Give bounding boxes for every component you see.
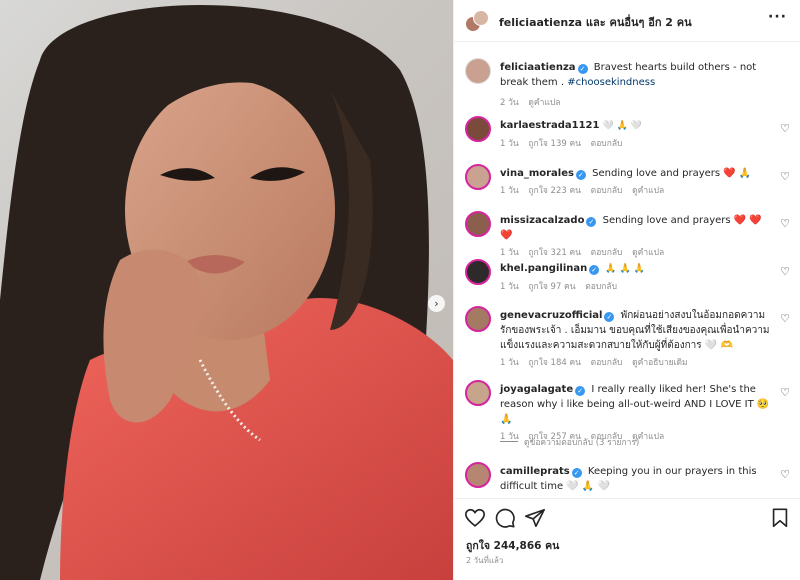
comment-meta: 1 วัน ถูกใจ 184 คน ตอบกลับ ดูคำอธิบายเดิ… (500, 356, 770, 371)
verified-icon: ✓ (604, 312, 615, 322)
avatar[interactable] (465, 462, 491, 488)
comment-username[interactable]: joyagalagate (500, 384, 573, 395)
verified-icon: ✓ (575, 170, 586, 180)
comment-meta: 1 วัน ถูกใจ 321 คน ตอบกลับ ดูคำแปล (500, 246, 770, 261)
likes-count[interactable]: ถูกใจ 244,866 คน (466, 537, 559, 554)
comment-likes[interactable]: ถูกใจ 97 คน (528, 282, 575, 292)
avatar (473, 10, 489, 26)
comment-meta: 1 วัน ถูกใจ 223 คน ตอบกลับ ดูคำแปล (500, 184, 770, 199)
reply-button[interactable]: ตอบกลับ (591, 139, 623, 149)
comment-likes[interactable]: ถูกใจ 321 คน (528, 248, 581, 258)
comments-list[interactable]: feliciaatienza ✓ Bravest hearts build oth… (454, 48, 800, 498)
avatar[interactable] (465, 164, 491, 190)
comment-meta: 1 วัน ถูกใจ 97 คน ตอบกลับ (500, 280, 770, 295)
reply-button[interactable]: ตอบกลับ (591, 358, 623, 368)
comment-meta: 1 วัน ถูกใจ 139 คน ตอบกลับ (500, 137, 770, 152)
post-photo (0, 5, 453, 580)
post-header-title[interactable]: feliciaatienza และ คนอื่นๆ อีก 2 คน (499, 13, 692, 31)
carousel-next-button[interactable]: › (428, 295, 445, 312)
more-horizontal-icon[interactable]: ··· (768, 9, 787, 25)
comment-username[interactable]: karlaestrada1121 (500, 120, 599, 131)
comment-username[interactable]: missizacalzado (500, 215, 584, 226)
avatar[interactable] (465, 211, 491, 237)
reply-button[interactable]: ตอบกลับ (585, 282, 617, 292)
comment-time: 1 วัน (500, 248, 519, 258)
caption-username[interactable]: feliciaatienza (500, 62, 576, 73)
verified-icon: ✓ (586, 217, 597, 227)
translate-link[interactable]: ดูคำแปล (632, 186, 664, 196)
avatar[interactable] (465, 116, 491, 142)
comment-username[interactable]: khel.pangilinan (500, 263, 587, 274)
comment-likes[interactable]: ถูกใจ 223 คน (528, 186, 581, 196)
translate-link[interactable]: ดูคำแปล (632, 248, 664, 258)
heart-icon[interactable]: ♡ (780, 265, 790, 278)
comment-text: 🤍 🙏 🤍 (602, 121, 642, 131)
comment-icon[interactable] (494, 507, 516, 529)
translate-link[interactable]: ดูคำแปล (528, 98, 560, 108)
view-replies-button[interactable]: ดูข้อความตอบกลับ (3 รายการ) (500, 435, 639, 449)
avatar[interactable] (465, 380, 491, 406)
comment-time: 1 วัน (500, 358, 519, 368)
caption-time: 2 วัน (500, 98, 519, 108)
avatar[interactable] (465, 58, 491, 84)
avatar[interactable] (465, 306, 491, 332)
comment-likes[interactable]: ถูกใจ 184 คน (528, 358, 581, 368)
author-avatars[interactable] (465, 10, 489, 32)
post-side-panel: feliciaatienza และ คนอื่นๆ อีก 2 คน ··· … (453, 0, 800, 580)
verified-icon: ✓ (577, 64, 588, 74)
original-text-link[interactable]: ดูคำอธิบายเดิม (632, 358, 687, 368)
comment-username[interactable]: genevacruzofficial (500, 310, 602, 321)
send-icon[interactable] (524, 507, 546, 529)
post-header: feliciaatienza และ คนอื่นๆ อีก 2 คน ··· (454, 0, 800, 42)
heart-icon[interactable]: ♡ (780, 122, 790, 135)
verified-icon: ✓ (575, 386, 586, 396)
post-actions: ถูกใจ 244,866 คน 2 วันที่แล้ว (454, 498, 800, 580)
reply-button[interactable]: ตอบกลับ (591, 186, 623, 196)
heart-icon[interactable]: ♡ (780, 217, 790, 230)
bookmark-icon[interactable] (769, 507, 791, 529)
heart-icon[interactable]: ♡ (780, 170, 790, 183)
view-replies-label: ดูข้อความตอบกลับ (3 รายการ) (524, 438, 640, 448)
comment-text: 🙏 🙏 🙏 (605, 264, 645, 274)
heart-icon[interactable]: ♡ (780, 468, 790, 481)
caption-hashtag[interactable]: #choosekindness (567, 77, 655, 88)
comment-username[interactable]: vina_morales (500, 168, 574, 179)
comment-likes[interactable]: ถูกใจ 139 คน (528, 139, 581, 149)
caption-meta: 2 วัน ดูคำแปล (500, 96, 770, 111)
comment-time: 1 วัน (500, 186, 519, 196)
avatar[interactable] (465, 259, 491, 285)
verified-icon: ✓ (589, 265, 600, 275)
reply-button[interactable]: ตอบกลับ (591, 248, 623, 258)
heart-icon[interactable]: ♡ (780, 312, 790, 325)
verified-icon: ✓ (571, 468, 582, 478)
comment-text: Sending love and prayers ❤️ 🙏 (592, 168, 752, 179)
heart-icon[interactable]: ♡ (780, 386, 790, 399)
posted-time[interactable]: 2 วันที่แล้ว (466, 554, 503, 567)
heart-icon[interactable] (464, 507, 486, 529)
replies-divider (500, 441, 518, 442)
comment-username[interactable]: camilleprats (500, 466, 570, 477)
post-image[interactable]: › (0, 0, 453, 580)
comment-time: 1 วัน (500, 139, 519, 149)
comment-time: 1 วัน (500, 282, 519, 292)
